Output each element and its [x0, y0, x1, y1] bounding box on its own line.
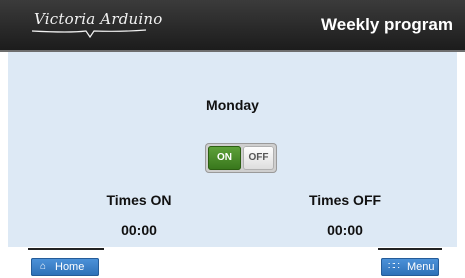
times-on-value[interactable]: 00:00: [79, 222, 199, 238]
toggle-off[interactable]: OFF: [243, 146, 274, 170]
menu-button[interactable]: ∷∷ Menu: [381, 258, 439, 276]
home-tab-indicator: [28, 248, 104, 250]
logo-swoosh: [31, 29, 147, 39]
home-icon: ⌂: [40, 261, 47, 272]
menu-label: Menu: [407, 261, 435, 273]
page-title: Weekly program: [321, 15, 453, 34]
toggle-on[interactable]: ON: [208, 146, 241, 170]
header-bar: Victoria Arduino Weekly program: [0, 0, 465, 52]
home-button[interactable]: ⌂ Home: [31, 258, 99, 276]
times-on-label: Times ON: [106, 192, 172, 208]
menu-tab-indicator: [378, 248, 442, 250]
times-off-label: Times OFF: [308, 192, 382, 208]
times-off-value[interactable]: 00:00: [285, 222, 405, 238]
day-label: Monday: [206, 97, 259, 113]
program-panel: Monday ON OFF Times ON 00:00 Times OFF 0…: [8, 52, 457, 247]
brand-logo: Victoria Arduino: [34, 10, 163, 28]
grid-dots-icon: ∷∷: [388, 261, 400, 272]
home-label: Home: [55, 261, 85, 273]
screen: Victoria Arduino Weekly program Monday O…: [0, 0, 465, 278]
on-off-toggle[interactable]: ON OFF: [205, 143, 277, 173]
